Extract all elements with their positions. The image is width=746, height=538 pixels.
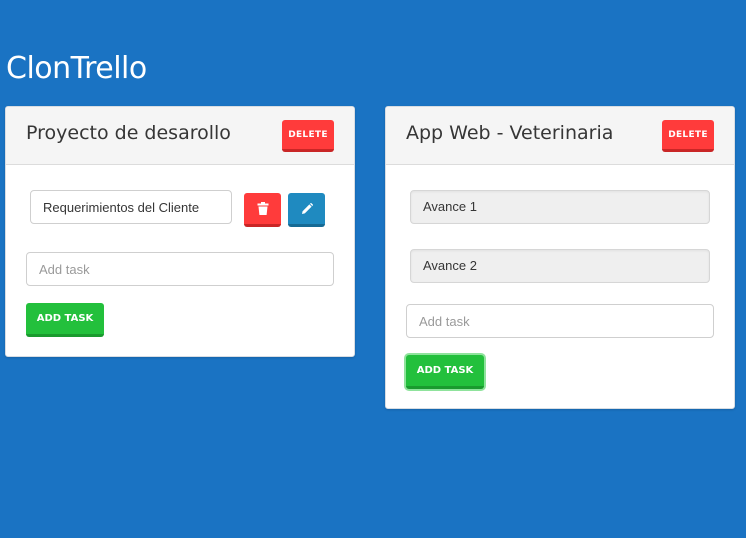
pencil-icon	[301, 202, 313, 214]
edit-task-button[interactable]	[288, 193, 325, 227]
board-title: Proyecto de desarollo	[26, 122, 231, 144]
add-task-input[interactable]	[406, 304, 714, 338]
board-title: App Web - Veterinaria	[406, 122, 614, 144]
add-task-button[interactable]: ADD TASK	[26, 303, 104, 337]
delete-board-button[interactable]: DELETE	[282, 120, 334, 152]
board-header: App Web - Veterinaria DELETE	[386, 107, 734, 165]
board-card: Proyecto de desarollo DELETE ADD TASK	[5, 106, 355, 357]
task-item[interactable]: Avance 2	[410, 249, 710, 283]
delete-board-button[interactable]: DELETE	[662, 120, 714, 152]
task-edit-input[interactable]	[30, 190, 232, 224]
app-title: ClonTrello	[6, 51, 147, 86]
add-task-input[interactable]	[26, 252, 334, 286]
board-header: Proyecto de desarollo DELETE	[6, 107, 354, 165]
delete-task-button[interactable]	[244, 193, 281, 227]
add-task-button[interactable]: ADD TASK	[406, 355, 484, 389]
board-card: App Web - Veterinaria DELETE Avance 1 Av…	[385, 106, 735, 409]
trash-icon	[257, 202, 268, 215]
task-item[interactable]: Avance 1	[410, 190, 710, 224]
